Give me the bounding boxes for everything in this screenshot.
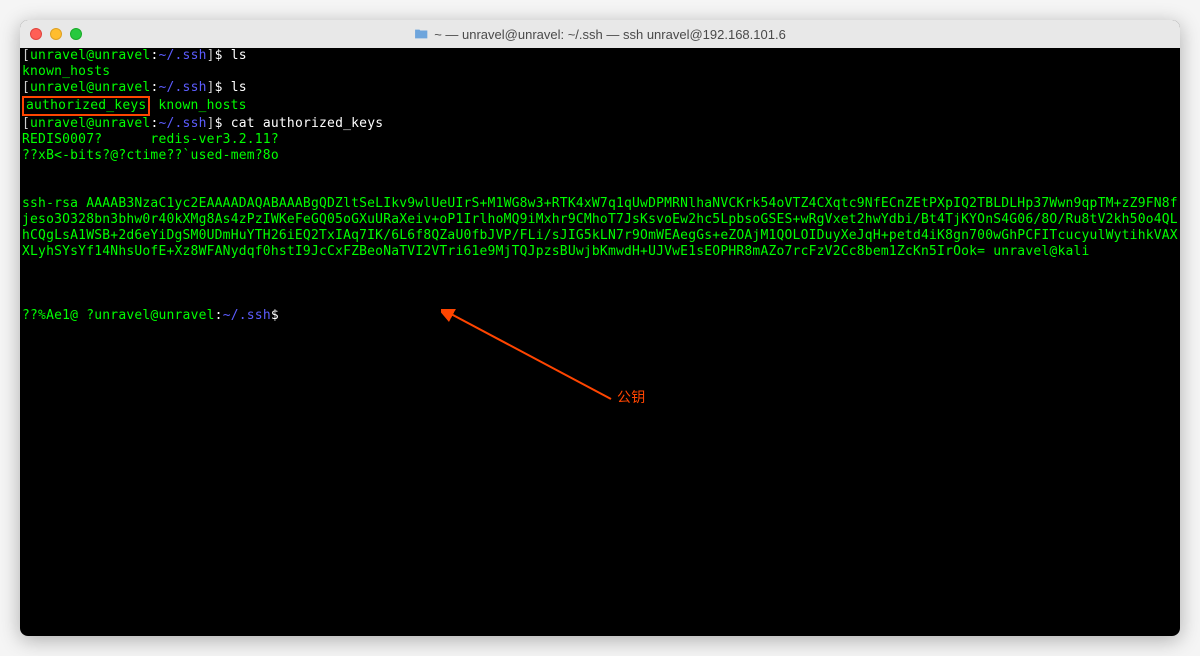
prompt-line-3: [unravel@unravel:~/.ssh]$ cat authorized…: [22, 116, 1178, 132]
traffic-lights: [30, 28, 82, 40]
blank-4: [22, 276, 1178, 292]
window-title: ~ — unravel@unravel: ~/.ssh — ssh unrave…: [414, 27, 786, 42]
blank-5: [22, 292, 1178, 308]
terminal-window: ~ — unravel@unravel: ~/.ssh — ssh unrave…: [20, 20, 1180, 636]
blank-1: [22, 164, 1178, 180]
annotation-label: 公钥: [617, 389, 645, 405]
blank-3: [22, 260, 1178, 276]
highlighted-filename: authorized_keys: [22, 96, 150, 116]
blank-2: [22, 180, 1178, 196]
ssh-key-output: ssh-rsa AAAAB3NzaC1yc2EAAAADAQABAAABgQDZ…: [22, 196, 1178, 260]
cat-output-line-2: ??xB<-bits?@?ctime??`used-mem?8o: [22, 148, 1178, 164]
minimize-button[interactable]: [50, 28, 62, 40]
maximize-button[interactable]: [70, 28, 82, 40]
terminal-body[interactable]: [unravel@unravel:~/.ssh]$ ls known_hosts…: [20, 48, 1180, 636]
title-bar: ~ — unravel@unravel: ~/.ssh — ssh unrave…: [20, 20, 1180, 48]
output-line-1: known_hosts: [22, 64, 1178, 80]
prompt-line-2: [unravel@unravel:~/.ssh]$ ls: [22, 80, 1178, 96]
cat-output-line-1: REDIS0007? redis-ver3.2.11?: [22, 132, 1178, 148]
close-button[interactable]: [30, 28, 42, 40]
output-line-2: authorized_keysknown_hosts: [22, 96, 1178, 116]
folder-icon: [414, 27, 428, 41]
title-text: ~ — unravel@unravel: ~/.ssh — ssh unrave…: [434, 27, 786, 42]
prompt-line-1: [unravel@unravel:~/.ssh]$ ls: [22, 48, 1178, 64]
annotation-arrow: [441, 309, 621, 409]
prompt-final: ??%Ae1@ ?unravel@unravel:~/.ssh$: [22, 308, 1178, 324]
